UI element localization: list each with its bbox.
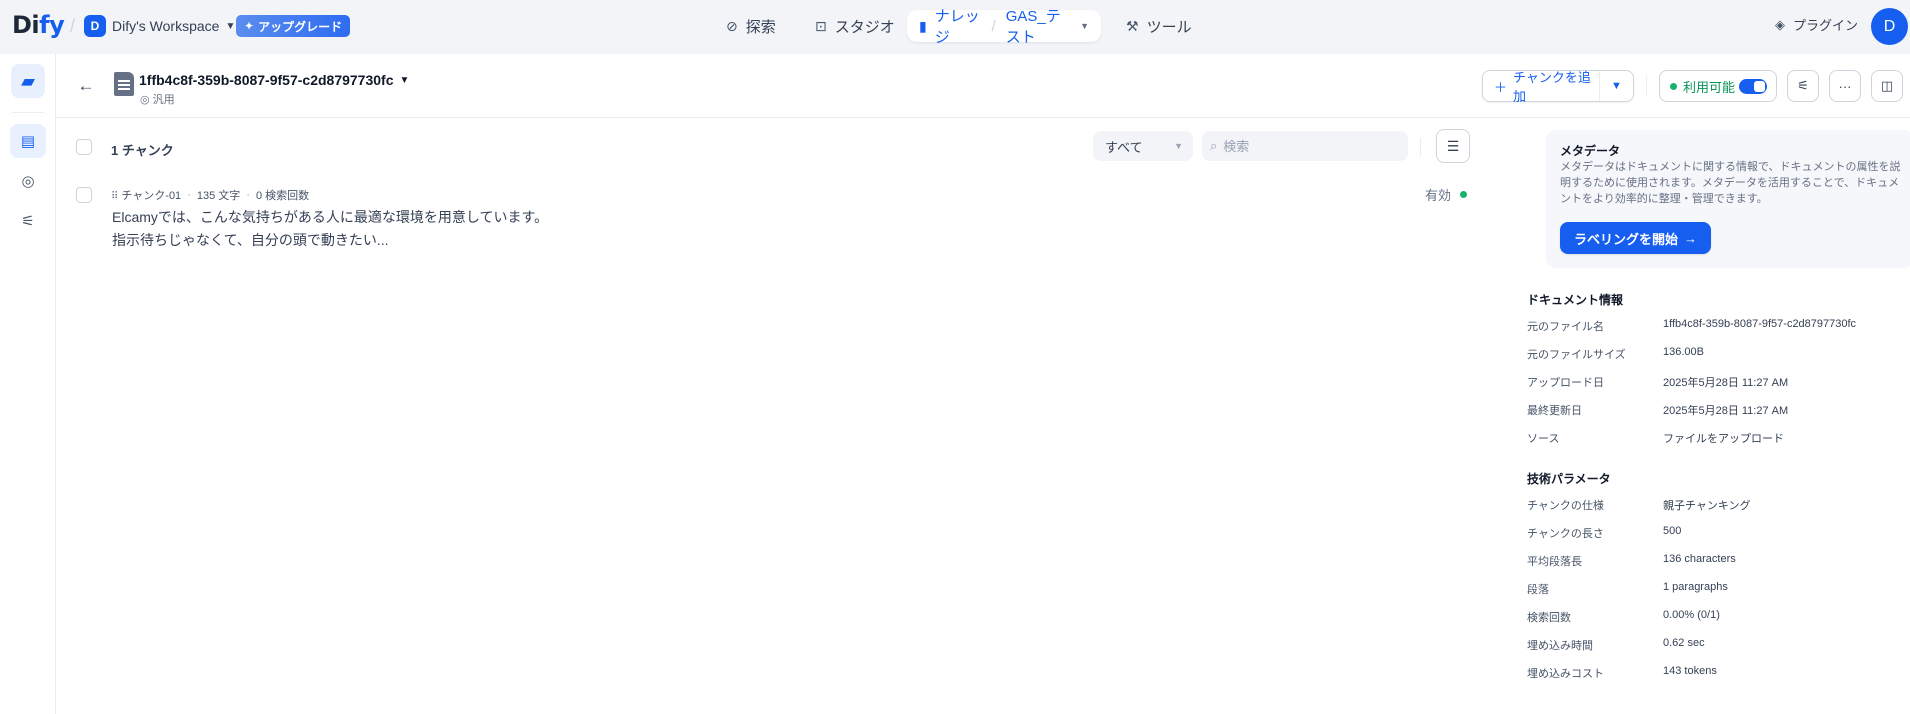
upgrade-button[interactable]: ✦ アップグレード: [236, 15, 351, 37]
nav-tools[interactable]: ⚒ ツール: [1114, 10, 1204, 42]
chevron-down-icon: ▼: [1611, 80, 1622, 92]
divider: /: [70, 16, 76, 36]
divider: [1420, 138, 1421, 156]
robot-icon: ⊡: [815, 17, 827, 34]
main-content: ← 1ffb4c8f-359b-8087-9f57-c2d8797730fc ▼…: [56, 54, 1910, 714]
folder-icon[interactable]: ▰: [11, 64, 45, 98]
chunk-count: 1 チャンク: [111, 143, 174, 158]
general-icon: ◎: [140, 93, 150, 106]
settings-sliders-button[interactable]: ⚟: [1787, 70, 1819, 102]
search-box: ⌕: [1202, 131, 1408, 161]
search-input[interactable]: [1223, 138, 1394, 154]
cube-icon: ◈: [1775, 16, 1785, 32]
chunk-item[interactable]: ⠿ チャンク-01 · 135 文字 · 0 検索回数 Elcamyでは、こんな…: [56, 184, 1526, 264]
availability-status: 利用可能: [1659, 70, 1777, 102]
chevron-down-icon: ▼: [1080, 21, 1089, 31]
info-row: 検索回数 0.00% (0/1): [1527, 609, 1720, 624]
plugins-button[interactable]: ◈ プラグイン: [1775, 15, 1858, 34]
user-avatar[interactable]: D: [1871, 8, 1908, 45]
divider: [1646, 76, 1647, 96]
divider: [12, 112, 44, 113]
top-bar: Dify / D Dify's Workspace ▼ ✦ アップグレード ⊘ …: [0, 0, 1910, 54]
status-filter[interactable]: すべて ▼: [1093, 131, 1193, 161]
list-collapse-icon: ☰: [1446, 137, 1460, 154]
status-dot: [1670, 82, 1677, 90]
more-icon: ···: [1838, 78, 1852, 94]
add-chunk-button[interactable]: ＋ チャンクを追加: [1483, 70, 1599, 104]
document-info-panel: メタデータ メタデータはドキュメントに関する情報で、ドキュメントの属性を説明する…: [1526, 118, 1910, 714]
document-icon: [114, 72, 134, 96]
workspace-name: Dify's Workspace: [112, 18, 220, 34]
nav-explore[interactable]: ⊘ 探索: [714, 10, 788, 42]
document-header: ← 1ffb4c8f-359b-8087-9f57-c2d8797730fc ▼…: [56, 54, 1910, 118]
chevron-down-icon: ▼: [1174, 141, 1183, 151]
select-all-checkbox[interactable]: [76, 139, 92, 155]
left-rail: ▰ ▤ ◎ ⚟: [0, 54, 56, 714]
info-row: チャンクの仕様 親子チャンキング: [1527, 500, 1751, 512]
chunk-checkbox[interactable]: [76, 187, 92, 203]
workspace-switcher[interactable]: D Dify's Workspace ▼: [84, 15, 235, 37]
info-row: 平均段落長 136 characters: [1527, 553, 1736, 568]
metadata-description: メタデータはドキュメントに関する情報で、ドキュメントの属性を説明するために使用さ…: [1560, 161, 1901, 205]
dify-logo[interactable]: Dify: [12, 11, 65, 39]
chunk-list-toolbar: 1 チャンク すべて ▼ ⌕ ☰: [56, 118, 1526, 168]
search-icon: ⌕: [1210, 138, 1218, 153]
info-row: 元のファイル名 1ffb4c8f-359b-8087-9f57-c2d87977…: [1527, 318, 1857, 333]
info-row: アップロード日 2025年5月28日 11:27 AM: [1527, 377, 1789, 389]
metadata-card: メタデータ メタデータはドキュメントに関する情報で、ドキュメントの属性を説明する…: [1546, 130, 1910, 268]
doc-info-title: ドキュメント情報: [1527, 293, 1624, 307]
workspace-avatar: D: [84, 15, 106, 37]
document-title[interactable]: 1ffb4c8f-359b-8087-9f57-c2d8797730fc ▼: [139, 72, 409, 88]
book-icon: ▮: [919, 17, 927, 34]
compass-icon: ⊘: [726, 17, 738, 34]
info-row: 元のファイルサイズ 136.00B: [1527, 346, 1704, 361]
availability-toggle[interactable]: [1739, 79, 1767, 94]
chunk-content: Elcamyでは、こんな気持ちがある人に最適な環境を用意しています。 指示待ちじ…: [112, 209, 549, 248]
info-row: 埋め込み時間 0.62 sec: [1527, 637, 1705, 652]
sparkle-icon: ✦: [244, 19, 255, 33]
documents-icon[interactable]: ▤: [10, 124, 46, 158]
toggle-panel-button[interactable]: ◫: [1871, 70, 1903, 102]
hammer-icon: ⚒: [1126, 17, 1139, 34]
add-chunk-dropdown[interactable]: ▼: [1599, 71, 1633, 101]
divider: /: [991, 17, 996, 35]
nav-studio[interactable]: ⊡ スタジオ: [803, 10, 907, 42]
status-dot: [1460, 191, 1468, 198]
plus-icon: ＋: [1494, 79, 1508, 95]
info-row: 埋め込みコスト 143 tokens: [1527, 665, 1717, 680]
document-mode: ◎ 汎用: [140, 93, 175, 107]
chunk-status: 有効: [1425, 185, 1468, 204]
panel-icon: ◫: [1880, 78, 1894, 93]
arrow-right-icon: →: [1684, 230, 1698, 246]
dataset-selector[interactable]: GAS_テスト: [1006, 5, 1072, 47]
chunk-meta: ⠿ チャンク-01 · 135 文字 · 0 検索回数: [111, 189, 310, 202]
chevron-down-icon: ▼: [225, 20, 236, 32]
nav-knowledge[interactable]: ▮ ナレッジ / GAS_テスト ▼: [907, 8, 1101, 46]
sliders-icon: ⚟: [1797, 78, 1809, 93]
info-row: チャンクの長さ 500: [1527, 525, 1682, 540]
info-row: 段落 1 paragraphs: [1527, 581, 1728, 596]
info-row: 最終更新日 2025年5月28日 11:27 AM: [1527, 405, 1789, 417]
collapse-chunks-button[interactable]: ☰: [1436, 129, 1470, 163]
target-icon[interactable]: ◎: [10, 164, 46, 198]
chevron-down-icon: ▼: [399, 74, 410, 86]
info-row: ソース ファイルをアップロード: [1527, 433, 1784, 445]
tech-params-title: 技術パラメータ: [1527, 472, 1611, 486]
grid-icon: ⠿: [111, 191, 119, 202]
metadata-title: メタデータ: [1560, 144, 1621, 158]
start-labeling-button[interactable]: ラベリングを開始 →: [1560, 222, 1712, 254]
more-button[interactable]: ···: [1829, 70, 1861, 102]
back-arrow-icon[interactable]: ←: [74, 74, 98, 98]
settings-icon[interactable]: ⚟: [10, 204, 46, 238]
add-chunk-button-group: ＋ チャンクを追加 ▼: [1482, 70, 1634, 104]
